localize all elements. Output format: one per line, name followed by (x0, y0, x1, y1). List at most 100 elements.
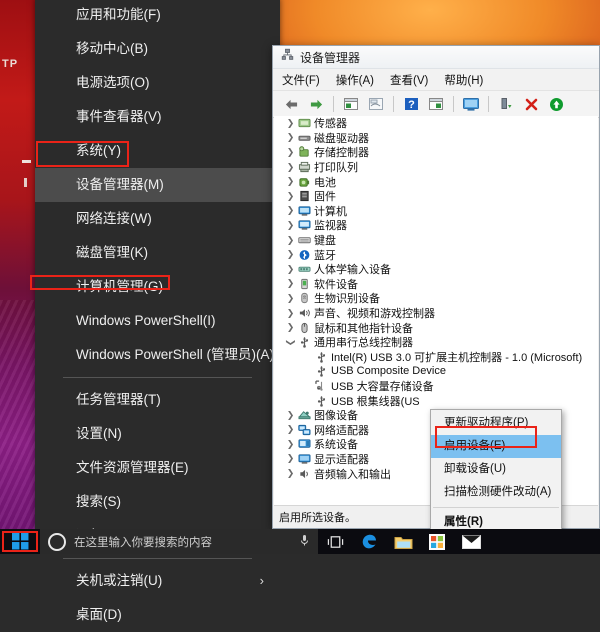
scan-hardware-icon[interactable] (460, 94, 482, 114)
device-context-menu[interactable]: 更新驱动程序(P) 启用设备(E) 卸载设备(U) 扫描检测硬件改动(A) 属性(R) (430, 409, 562, 537)
system-icon (297, 438, 312, 450)
power-menu-item-label: Windows PowerShell (管理员)(A) (76, 347, 275, 362)
menu-bar-item[interactable]: 查看(V) (390, 72, 428, 88)
file-explorer-icon[interactable] (386, 529, 420, 554)
chevron-right-icon[interactable]: ❯ (284, 264, 297, 275)
power-menu-item[interactable]: 电源选项(O) (35, 66, 280, 100)
menu-bar-item[interactable]: 帮助(H) (444, 72, 483, 88)
device-tree-item[interactable]: ❯ 传感器 (274, 116, 598, 131)
context-menu-item[interactable]: 卸载设备(U) (431, 458, 561, 481)
power-menu-item[interactable]: 设备管理器(M) (35, 168, 280, 202)
power-menu-item[interactable]: 系统(Y) (35, 134, 280, 168)
chevron-right-icon[interactable]: ❯ (284, 132, 297, 143)
chevron-right-icon[interactable]: ❯ (284, 220, 297, 231)
device-tree-item[interactable]: ❯ 计算机 (274, 204, 598, 219)
context-menu-item[interactable]: 扫描检测硬件改动(A) (431, 481, 561, 504)
chevron-right-icon[interactable]: ❯ (284, 191, 297, 202)
back-icon[interactable] (280, 94, 302, 114)
cortana-icon[interactable] (48, 532, 66, 551)
power-menu-item[interactable]: 关机或注销(U) › (35, 564, 280, 598)
power-menu-item[interactable]: 任务管理器(T) (35, 383, 280, 417)
chevron-down-icon[interactable]: ❯ (285, 336, 296, 349)
menu-bar[interactable]: 文件(F) 操作(A) 查看(V) 帮助(H) (273, 69, 599, 90)
device-tree-item[interactable]: ❯ 固件 (274, 189, 598, 204)
chevron-right-icon[interactable]: ❯ (284, 439, 297, 450)
chevron-right-icon[interactable]: ❯ (284, 293, 297, 304)
power-menu-item[interactable]: 桌面(D) (35, 598, 280, 632)
chevron-right-icon[interactable]: ❯ (284, 205, 297, 216)
power-menu-item[interactable]: 计算机管理(G) (35, 270, 280, 304)
device-tree-item[interactable]: ❯ 蓝牙 (274, 247, 598, 262)
device-tree-item[interactable]: USB Composite Device (274, 364, 598, 379)
device-tree-item[interactable]: ❯ 电池 (274, 174, 598, 189)
menu-bar-item[interactable]: 操作(A) (336, 72, 374, 88)
device-tree-item[interactable]: USB 根集线器(US (274, 393, 598, 408)
context-menu-item[interactable]: 更新驱动程序(P) (431, 412, 561, 435)
toolbar[interactable]: ? (273, 90, 599, 118)
device-tree-item[interactable]: ❯ 存储控制器 (274, 145, 598, 160)
device-tree-item[interactable]: ❯ 通用串行总线控制器 (274, 335, 598, 350)
print-icon[interactable] (365, 94, 387, 114)
chevron-right-icon[interactable]: ❯ (284, 249, 297, 260)
printer-icon (297, 161, 312, 173)
device-tree-item[interactable]: ❯ 监视器 (274, 218, 598, 233)
help-icon[interactable]: ? (400, 94, 422, 114)
device-tree-item-label: 通用串行总线控制器 (314, 337, 413, 350)
microphone-icon[interactable] (300, 534, 309, 550)
properties-icon[interactable] (340, 94, 362, 114)
power-menu-item[interactable]: 磁盘管理(K) (35, 236, 280, 270)
forward-icon[interactable] (305, 94, 327, 114)
power-menu-item[interactable]: 设置(N) (35, 417, 280, 451)
device-tree-item[interactable]: ❯ 声音、视频和游戏控制器 (274, 306, 598, 321)
chevron-right-icon[interactable]: ❯ (284, 118, 297, 129)
power-menu-item[interactable]: Windows PowerShell (管理员)(A) (35, 338, 280, 372)
power-menu-item[interactable]: 应用和功能(F) (35, 0, 280, 32)
device-tree-item[interactable]: ❯ 软件设备 (274, 277, 598, 292)
microsoft-store-icon[interactable] (420, 529, 454, 554)
power-menu-item[interactable]: 移动中心(B) (35, 32, 280, 66)
context-menu-separator (433, 507, 559, 508)
power-menu-item[interactable]: 事件查看器(V) (35, 100, 280, 134)
chevron-right-icon[interactable]: ❯ (284, 147, 297, 158)
chevron-right-icon[interactable]: ❯ (284, 308, 297, 319)
mail-icon[interactable] (454, 529, 488, 554)
chevron-right-icon[interactable]: ❯ (284, 410, 297, 421)
device-tree-item[interactable]: ❯ 打印队列 (274, 160, 598, 175)
enable-device-icon[interactable] (545, 94, 567, 114)
chevron-right-icon[interactable]: ❯ (284, 176, 297, 187)
menu-bar-item[interactable]: 文件(F) (282, 72, 320, 88)
device-tree-item[interactable]: ❯ 鼠标和其他指针设备 (274, 320, 598, 335)
device-tree-item-label: 生物识别设备 (314, 293, 380, 306)
chevron-right-icon[interactable]: ❯ (284, 322, 297, 333)
device-tree-item[interactable]: ❯ 生物识别设备 (274, 291, 598, 306)
task-view-icon[interactable] (318, 529, 352, 554)
power-menu-item[interactable]: 搜索(S) (35, 485, 280, 519)
window-title-text: 设备管理器 (300, 50, 361, 65)
taskbar[interactable]: 在这里输入你要搜索的内容 (0, 529, 600, 554)
edge-browser-icon[interactable] (352, 529, 386, 554)
power-menu-item[interactable]: 文件资源管理器(E) (35, 451, 280, 485)
disable-device-icon[interactable] (495, 94, 517, 114)
chevron-right-icon[interactable]: ❯ (284, 162, 297, 173)
device-tree-item[interactable]: ❯ 键盘 (274, 233, 598, 248)
device-tree-item[interactable]: ❯ 人体学输入设备 (274, 262, 598, 277)
usb-icon (314, 395, 329, 407)
update-driver-icon[interactable] (425, 94, 447, 114)
device-tree-item[interactable]: USB 大容量存储设备 (274, 379, 598, 394)
context-menu-item[interactable]: 启用设备(E) (431, 435, 561, 458)
device-tree-item-label: 打印队列 (314, 162, 358, 175)
uninstall-device-icon[interactable] (520, 94, 542, 114)
svg-text:?: ? (408, 99, 415, 111)
chevron-right-icon[interactable]: ❯ (284, 453, 297, 464)
chevron-right-icon[interactable]: ❯ (284, 278, 297, 289)
chevron-right-icon[interactable]: ❯ (284, 235, 297, 246)
device-tree-item[interactable]: Intel(R) USB 3.0 可扩展主机控制器 - 1.0 (Microso… (274, 350, 598, 365)
chevron-right-icon[interactable]: ❯ (284, 468, 297, 479)
power-menu-item[interactable]: Windows PowerShell(I) (35, 304, 280, 338)
device-tree-item[interactable]: ❯ 磁盘驱动器 (274, 131, 598, 146)
taskbar-search-box[interactable]: 在这里输入你要搜索的内容 (40, 529, 318, 554)
chevron-right-icon[interactable]: ❯ (284, 424, 297, 435)
power-menu-item[interactable]: 网络连接(W) (35, 202, 280, 236)
start-button[interactable] (0, 529, 40, 554)
power-user-menu[interactable]: 应用和功能(F) 移动中心(B) 电源选项(O) 事件查看器(V) 系统(Y) 设备管理器… (35, 0, 280, 622)
